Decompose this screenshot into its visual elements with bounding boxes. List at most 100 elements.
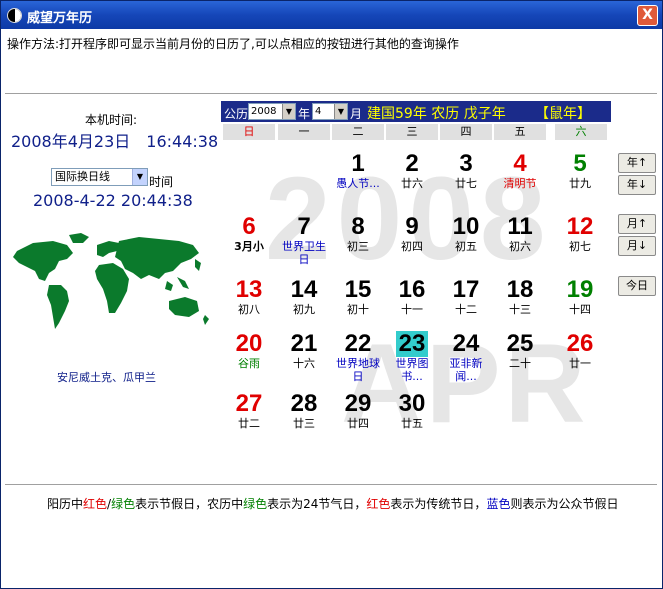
day-number: 16	[398, 276, 426, 303]
lunar-date: 廿六	[401, 177, 423, 190]
calendar-window: 威望万年历 X 操作方法:打开程序即可显示当前月份的日历了,可以点相应的按钮进行…	[0, 0, 663, 589]
day-cell[interactable]: 20 谷雨	[223, 329, 275, 383]
day-number: 23	[396, 331, 428, 357]
day-cell[interactable]: 18 十三	[494, 275, 546, 329]
lunar-date: 初四	[401, 240, 423, 253]
month-select[interactable]: 4 ▼	[312, 103, 348, 120]
day-number: 19	[566, 276, 594, 303]
day-cell[interactable]: 1 愚人节...	[332, 149, 384, 203]
day-cell[interactable]: 9 初四	[386, 212, 438, 266]
month-down-button[interactable]: 月↓	[618, 236, 656, 256]
lunar-era-info: 建国59年 农历 戊子年	[367, 106, 506, 122]
local-time-label: 本机时间:	[85, 113, 138, 127]
lunar-date: 初六	[509, 240, 531, 253]
title-bar[interactable]: 威望万年历 X	[1, 1, 662, 29]
legend-red: 红色	[83, 497, 108, 511]
lunar-date: 初九	[293, 303, 315, 316]
day-number: 13	[235, 276, 263, 303]
moon-icon	[7, 8, 22, 23]
day-cell[interactable]: 15 初十	[332, 275, 384, 329]
month-select-value: 4	[315, 106, 322, 117]
day-number: 8	[351, 213, 365, 240]
lunar-date: 世界图书...	[395, 357, 429, 383]
lunar-date: 十一	[401, 303, 423, 316]
weekday-sun: 日	[223, 124, 275, 140]
day-number: 25	[506, 330, 534, 357]
day-number: 7	[297, 213, 311, 240]
day-cell[interactable]: 27 廿二	[223, 389, 275, 443]
day-cell[interactable]: 17 十二	[440, 275, 492, 329]
day-cell[interactable]: 23 世界图书...	[386, 329, 438, 384]
day-cell[interactable]: 30 廿五	[386, 389, 438, 443]
lunar-date: 二十	[509, 357, 531, 370]
year-label: 年	[298, 107, 311, 121]
day-number: 6	[242, 213, 256, 240]
day-cell[interactable]: 19 十四	[554, 275, 606, 329]
day-cell[interactable]: 24 亚非新闻...	[440, 329, 492, 384]
day-number: 15	[344, 276, 372, 303]
day-cell[interactable]: 14 初九	[278, 275, 330, 329]
window-title: 威望万年历	[27, 11, 93, 26]
day-number: 12	[566, 213, 594, 240]
day-cell[interactable]: 5 廿九	[554, 149, 606, 203]
legend-text: 表示节假日，农历中	[135, 497, 244, 511]
chevron-down-icon[interactable]: ▼	[282, 104, 295, 119]
lunar-date: 初七	[569, 240, 591, 253]
day-cell[interactable]: 8 初三	[332, 212, 384, 266]
lunar-date: 廿二	[238, 417, 260, 430]
day-number: 29	[344, 390, 372, 417]
lunar-date: 廿一	[569, 357, 591, 370]
lunar-date: 廿四	[347, 417, 369, 430]
day-cell[interactable]: 16 十一	[386, 275, 438, 329]
day-number: 14	[290, 276, 318, 303]
lunar-date: 十六	[293, 357, 315, 370]
day-cell[interactable]: 22 世界地球日	[332, 329, 384, 384]
day-cell[interactable]: 6 3月小	[223, 212, 275, 266]
day-cell[interactable]: 13 初八	[223, 275, 275, 329]
lunar-date: 廿三	[293, 417, 315, 430]
world-map-icon	[13, 233, 209, 329]
day-number: 3	[459, 150, 473, 177]
year-down-button[interactable]: 年↓	[618, 175, 656, 195]
month-up-button[interactable]: 月↑	[618, 214, 656, 234]
year-select[interactable]: 2008 ▼	[248, 103, 296, 120]
lunar-date: 廿五	[401, 417, 423, 430]
day-cell[interactable]: 21 十六	[278, 329, 330, 383]
timezone-cities: 安尼威土克、瓜甲兰	[57, 371, 156, 384]
day-cell[interactable]: 2 廿六	[386, 149, 438, 203]
day-cell[interactable]: 12 初七	[554, 212, 606, 266]
year-up-button[interactable]: 年↑	[618, 153, 656, 173]
lunar-date: 世界地球日	[336, 357, 380, 383]
legend-green: 绿色	[243, 497, 268, 511]
day-cell[interactable]: 28 廿三	[278, 389, 330, 443]
day-number: 1	[351, 150, 365, 177]
day-cell[interactable]: 29 廿四	[332, 389, 384, 443]
day-number: 21	[290, 330, 318, 357]
weekday-wed: 三	[386, 124, 438, 140]
local-time: 2008年4月23日 16:44:38	[11, 132, 219, 151]
day-number: 28	[290, 390, 318, 417]
close-button[interactable]: X	[637, 5, 658, 26]
year-select-value: 2008	[251, 106, 277, 117]
lunar-date: 初十	[347, 303, 369, 316]
day-cell[interactable]: 10 初五	[440, 212, 492, 266]
day-cell[interactable]: 7 世界卫生日	[278, 212, 330, 267]
lunar-date: 初三	[347, 240, 369, 253]
day-cell[interactable]: 26 廿一	[554, 329, 606, 383]
lunar-date: 愚人节...	[336, 177, 380, 190]
day-cell[interactable]: 25 二十	[494, 329, 546, 383]
day-cell[interactable]: 3 廿七	[440, 149, 492, 203]
legend-text: 则表示为公众节假日	[510, 497, 619, 511]
today-button[interactable]: 今日	[618, 276, 656, 296]
day-number: 20	[235, 330, 263, 357]
day-number: 2	[405, 150, 419, 177]
chevron-down-icon[interactable]: ▼	[132, 169, 147, 185]
weekday-sat: 六	[555, 124, 607, 140]
chevron-down-icon[interactable]: ▼	[334, 104, 347, 119]
day-cell[interactable]: 11 初六	[494, 212, 546, 266]
calendar-type-label: 公历	[224, 107, 249, 121]
day-cell[interactable]: 4 清明节	[494, 149, 546, 203]
legend-text: 表示为24节气日，	[267, 497, 367, 511]
timezone-select[interactable]: 国际换日线 ▼	[51, 168, 148, 186]
day-number: 18	[506, 276, 534, 303]
